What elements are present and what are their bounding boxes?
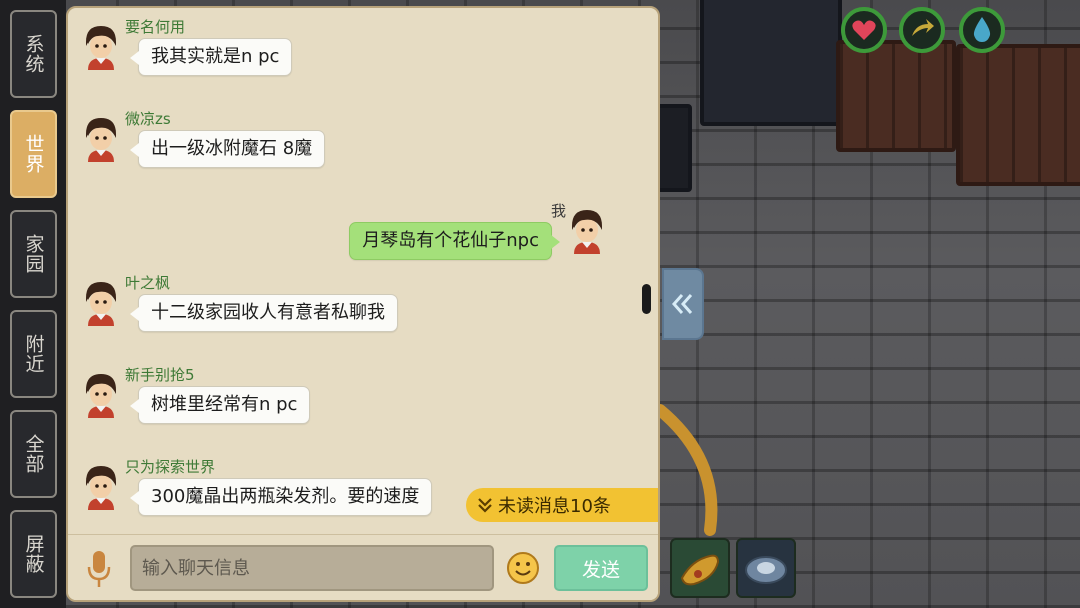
chat-message-input[interactable]: [130, 545, 494, 591]
dark-pillar: [656, 104, 692, 192]
sender-name[interactable]: 微凉zs: [125, 108, 171, 129]
unread-label: 未读消息10条: [498, 496, 611, 517]
tab-system[interactable]: 系统: [10, 10, 57, 98]
avatar[interactable]: [80, 280, 122, 326]
chat-message: 微凉zs 出一级冰附魔石 8魔: [68, 108, 628, 192]
tab-all[interactable]: 全部: [10, 410, 57, 498]
item-slot-disc[interactable]: [736, 538, 796, 598]
sender-name[interactable]: 叶之枫: [125, 272, 170, 293]
disc-item-icon: [745, 556, 787, 584]
wooden-crate: [956, 44, 1080, 186]
scrollbar-thumb[interactable]: [642, 284, 651, 314]
avatar[interactable]: [80, 24, 122, 70]
channel-tab-bar: 系统 世界 家园 附近 全部 屏蔽: [0, 0, 66, 608]
heart-icon[interactable]: [840, 6, 888, 54]
stamina-icon[interactable]: [898, 6, 946, 54]
tab-block[interactable]: 屏蔽: [10, 510, 57, 598]
sender-name[interactable]: 只为探索世界: [125, 456, 215, 477]
double-chevron-down-icon: [478, 498, 492, 513]
sender-name[interactable]: 新手别抢5: [125, 364, 195, 385]
avatar[interactable]: [80, 372, 122, 418]
collapse-chat-button[interactable]: [662, 268, 704, 340]
chat-panel: 要名何用 我其实就是n pc 微凉zs 出一级冰附魔石 8魔我月琴岛有个花仙子npc 叶…: [66, 6, 660, 602]
tab-nearby[interactable]: 附近: [10, 310, 57, 398]
water-drop-icon[interactable]: [958, 6, 1006, 54]
unread-messages-badge[interactable]: 未读消息10条: [466, 488, 658, 522]
tab-home[interactable]: 家园: [10, 210, 57, 298]
sender-name[interactable]: 我: [551, 200, 566, 221]
smiley-icon[interactable]: [506, 551, 540, 585]
sender-name[interactable]: 要名何用: [125, 16, 185, 37]
chat-message: 叶之枫 十二级家园收人有意者私聊我: [68, 272, 628, 356]
tab-world[interactable]: 世界: [10, 110, 57, 198]
double-chevron-left-icon: [671, 294, 693, 314]
microphone-icon[interactable]: [86, 549, 112, 589]
message-bubble: 300魔晶出两瓶染发剂。要的速度: [129, 478, 433, 516]
dark-cabinet: [700, 0, 842, 126]
chat-input-bar: 发送: [68, 534, 658, 600]
chat-message: 要名何用 我其实就是n pc: [68, 16, 628, 100]
message-bubble: 十二级家园收人有意者私聊我: [130, 294, 398, 332]
wooden-crate: [836, 40, 956, 152]
message-bubble: 我其实就是n pc: [129, 38, 293, 76]
gold-scythe-blade: [654, 404, 718, 536]
avatar[interactable]: [566, 208, 608, 254]
message-bubble: 树堆里经常有n pc: [129, 386, 311, 424]
message-bubble: 月琴岛有个花仙子npc: [349, 222, 560, 260]
message-bubble: 出一级冰附魔石 8魔: [129, 130, 326, 168]
send-button[interactable]: 发送: [554, 545, 648, 591]
avatar[interactable]: [80, 464, 122, 510]
horn-item-icon: [680, 554, 720, 586]
chat-message: 新手别抢5 树堆里经常有n pc: [68, 364, 628, 448]
avatar[interactable]: [80, 116, 122, 162]
item-slot-horn[interactable]: [670, 538, 730, 598]
